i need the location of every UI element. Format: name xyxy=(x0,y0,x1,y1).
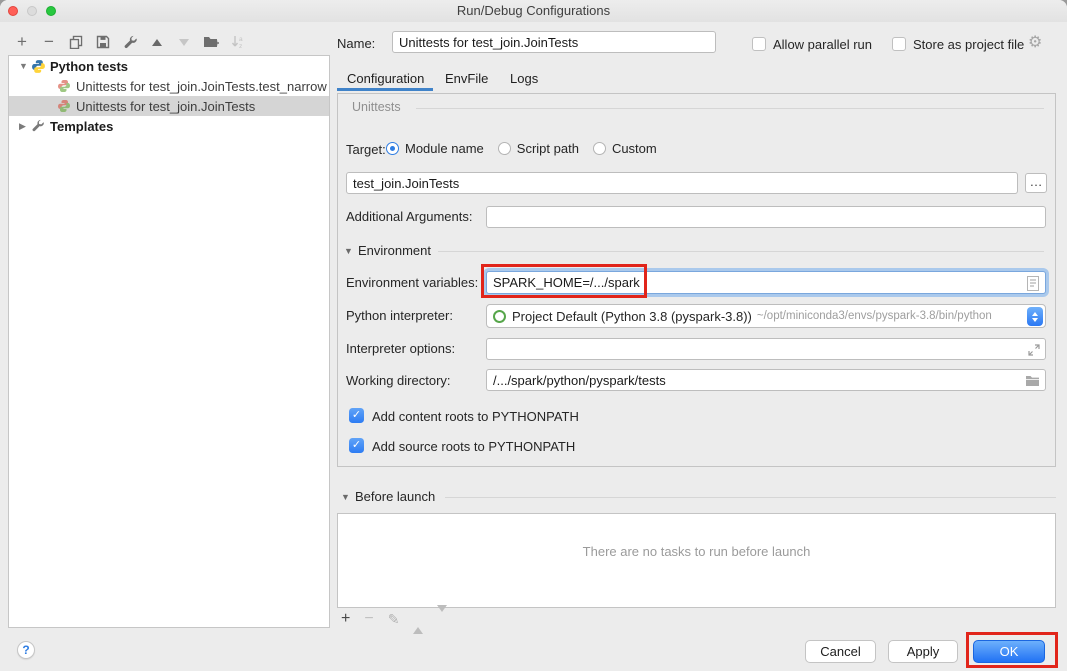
check-icon: ✓ xyxy=(352,439,361,451)
additional-arguments-label: Additional Arguments: xyxy=(346,209,472,224)
edit-templates-wrench-icon[interactable] xyxy=(122,34,138,50)
radio-script-path-label: Script path xyxy=(517,141,579,156)
move-up-icon[interactable] xyxy=(149,34,165,50)
add-source-roots-checkbox[interactable]: ✓ xyxy=(349,438,364,453)
apply-button[interactable]: Apply xyxy=(888,640,958,663)
variables-list-icon[interactable] xyxy=(1027,276,1039,291)
python-interpreter-select[interactable]: Project Default (Python 3.8 (pyspark-3.8… xyxy=(486,304,1046,328)
interpreter-options-label: Interpreter options: xyxy=(346,341,455,356)
before-launch-collapse-icon[interactable]: ▼ xyxy=(341,492,350,502)
remove-task-icon: − xyxy=(364,610,373,628)
radio-module-name-label: Module name xyxy=(405,141,484,156)
window-title: Run/Debug Configurations xyxy=(0,3,1067,18)
sort-configurations-icon: az xyxy=(230,34,246,50)
name-value: Unittests for test_join.JoinTests xyxy=(399,35,578,50)
add-content-roots-checkbox[interactable]: ✓ xyxy=(349,408,364,423)
allow-parallel-run-checkbox[interactable] xyxy=(752,37,766,51)
copy-configuration-icon[interactable] xyxy=(68,34,84,50)
expand-field-icon[interactable] xyxy=(1028,344,1040,356)
name-label: Name: xyxy=(337,36,375,51)
active-tab-underline xyxy=(337,88,433,91)
add-task-icon[interactable]: + xyxy=(341,610,350,628)
target-input[interactable]: test_join.JoinTests xyxy=(346,172,1018,194)
working-directory-value: /.../spark/python/pyspark/tests xyxy=(493,373,666,388)
add-content-roots-label: Add content roots to PYTHONPATH xyxy=(372,409,579,424)
name-input[interactable]: Unittests for test_join.JoinTests xyxy=(392,31,716,53)
tree-item-label: Unittests for test_join.JoinTests.test_n… xyxy=(76,79,327,94)
conda-environment-icon xyxy=(493,310,506,323)
python-test-icon xyxy=(57,99,72,114)
before-launch-label: Before launch xyxy=(355,489,435,504)
move-down-icon xyxy=(176,34,192,50)
tab-logs[interactable]: Logs xyxy=(510,71,538,86)
python-interpreter-value: Project Default (Python 3.8 (pyspark-3.8… xyxy=(512,309,752,324)
new-folder-icon[interactable] xyxy=(203,34,219,50)
unittests-group-label: Unittests xyxy=(352,100,401,114)
add-source-roots-label: Add source roots to PYTHONPATH xyxy=(372,439,575,454)
add-configuration-icon[interactable]: + xyxy=(14,34,30,50)
chevron-right-icon[interactable]: ▶ xyxy=(19,121,29,132)
store-as-project-file-checkbox[interactable] xyxy=(892,37,906,51)
python-interpreter-path: ~/opt/miniconda3/envs/pyspark-3.8/bin/py… xyxy=(757,310,992,322)
folder-icon[interactable] xyxy=(1025,375,1040,387)
wrench-icon xyxy=(31,119,46,134)
before-launch-task-list: There are no tasks to run before launch xyxy=(337,513,1056,608)
before-launch-toolbar: + − ✎ xyxy=(341,610,447,628)
group-divider xyxy=(445,497,1056,498)
cancel-button[interactable]: Cancel xyxy=(805,640,876,663)
title-bar: Run/Debug Configurations xyxy=(0,0,1067,22)
tree-item-python-tests[interactable]: ▼ Python tests xyxy=(9,56,329,76)
interpreter-options-input[interactable] xyxy=(486,338,1046,360)
configurations-toolbar: + − az xyxy=(14,30,246,54)
select-stepper-icon[interactable] xyxy=(1027,307,1043,326)
radio-script-path[interactable] xyxy=(498,142,511,155)
tab-configuration[interactable]: Configuration xyxy=(347,71,424,86)
additional-arguments-input[interactable] xyxy=(486,206,1046,228)
svg-text:z: z xyxy=(239,43,242,49)
chevron-down-icon[interactable]: ▼ xyxy=(19,61,29,71)
tree-item-label: Unittests for test_join.JoinTests xyxy=(76,99,255,114)
store-as-project-file-label: Store as project file xyxy=(913,37,1024,52)
group-divider xyxy=(416,108,1044,109)
move-task-down-icon xyxy=(437,612,447,627)
gear-icon[interactable]: ⚙ xyxy=(1028,32,1042,52)
annotation-ok-button xyxy=(966,632,1058,668)
configurations-tree: ▼ Python tests Unittests for test_join.J… xyxy=(8,55,330,628)
tree-item-label: Templates xyxy=(50,119,113,134)
annotation-environment-variables xyxy=(481,264,647,298)
before-launch-empty-text: There are no tasks to run before launch xyxy=(338,544,1055,559)
working-directory-input[interactable]: /.../spark/python/pyspark/tests xyxy=(486,369,1046,391)
environment-collapse-icon[interactable]: ▼ xyxy=(344,246,353,256)
configuration-form-panel: Unittests Target: Module name Script pat… xyxy=(337,93,1056,467)
target-radio-group: Module name Script path Custom xyxy=(386,141,657,156)
radio-custom[interactable] xyxy=(593,142,606,155)
tree-item-templates[interactable]: ▶ Templates xyxy=(9,116,329,136)
group-divider xyxy=(438,251,1044,252)
remove-configuration-icon[interactable]: − xyxy=(41,34,57,50)
tab-envfile[interactable]: EnvFile xyxy=(445,71,488,86)
allow-parallel-run-label: Allow parallel run xyxy=(773,37,872,52)
edit-task-pencil-icon: ✎ xyxy=(388,611,400,628)
help-button[interactable]: ? xyxy=(17,641,35,659)
environment-variables-label: Environment variables: xyxy=(346,275,478,290)
working-directory-label: Working directory: xyxy=(346,373,451,388)
check-icon: ✓ xyxy=(352,409,361,421)
browse-button[interactable]: … xyxy=(1025,173,1047,193)
radio-module-name[interactable] xyxy=(386,142,399,155)
python-test-icon xyxy=(57,79,72,94)
target-label: Target: xyxy=(346,142,386,157)
python-interpreter-label: Python interpreter: xyxy=(346,308,453,323)
move-task-up-icon xyxy=(413,612,423,627)
tree-item-label: Python tests xyxy=(50,59,128,74)
python-icon xyxy=(31,59,46,74)
run-debug-configurations-dialog: Run/Debug Configurations + − az ▼ Pyth xyxy=(0,0,1067,671)
tree-item-jointests-selected[interactable]: Unittests for test_join.JoinTests xyxy=(9,96,329,116)
radio-custom-label: Custom xyxy=(612,141,657,156)
save-configuration-icon[interactable] xyxy=(95,34,111,50)
tree-item-test-narrow[interactable]: Unittests for test_join.JoinTests.test_n… xyxy=(9,76,329,96)
environment-group-label: Environment xyxy=(358,243,431,258)
target-value: test_join.JoinTests xyxy=(353,176,459,191)
svg-text:a: a xyxy=(239,36,243,43)
